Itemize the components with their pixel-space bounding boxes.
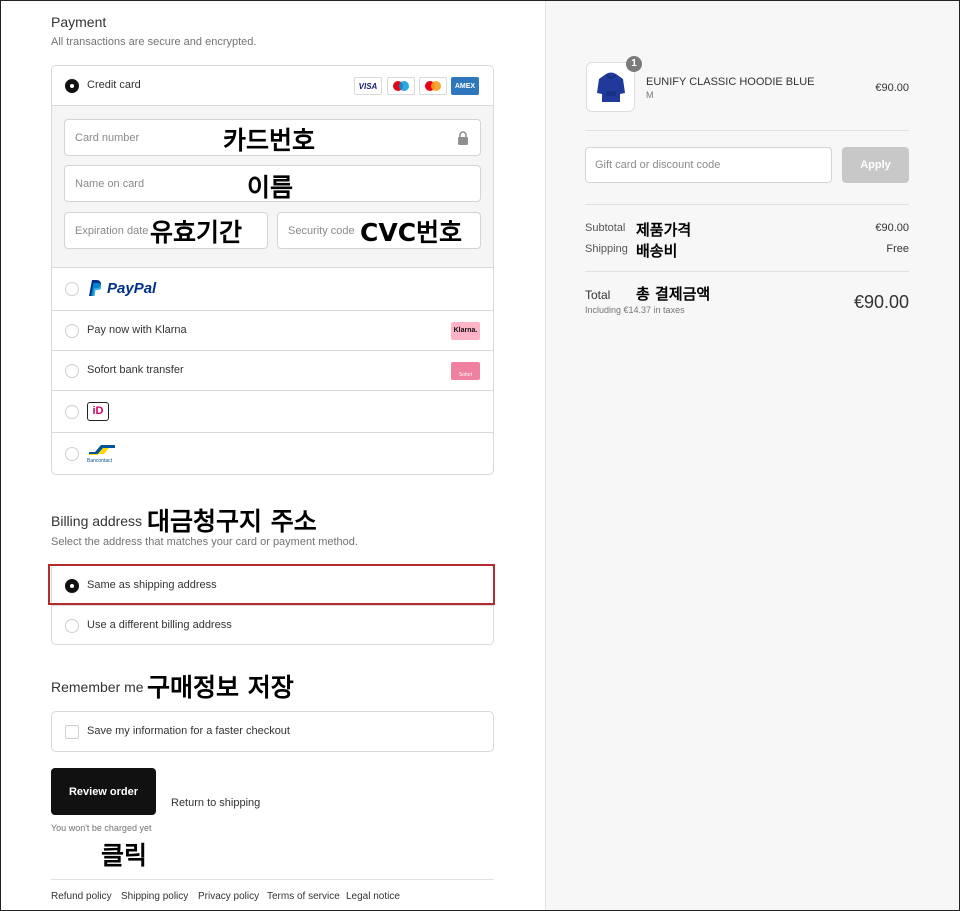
annotation-billing: 대금청구지 주소 xyxy=(147,507,317,536)
bancontact-radio[interactable] xyxy=(65,447,79,461)
product-name: EUNIFY CLASSIC HOODIE BLUE xyxy=(646,76,815,88)
mastercard-icon xyxy=(419,77,447,95)
payment-option-klarna[interactable]: Pay now with Klarna Klarna. xyxy=(52,310,493,350)
remember-panel[interactable]: Save my information for a faster checkou… xyxy=(51,711,494,752)
annotation-shipping: 배송비 xyxy=(636,242,678,260)
sofort-radio[interactable] xyxy=(65,364,79,378)
charge-note: You won't be charged yet xyxy=(51,823,152,833)
payment-subtitle: All transactions are secure and encrypte… xyxy=(51,36,257,48)
ideal-radio[interactable] xyxy=(65,405,79,419)
bancontact-icon xyxy=(89,445,115,455)
annotation-total: 총 결제금액 xyxy=(636,285,711,303)
summary-divider-3 xyxy=(585,271,909,272)
visa-icon: VISA xyxy=(354,77,382,95)
billing-subtitle: Select the address that matches your car… xyxy=(51,536,358,548)
shipping-value: Free xyxy=(886,243,909,255)
different-address-radio[interactable] xyxy=(65,619,79,633)
credit-card-label: Credit card xyxy=(87,79,141,91)
credit-card-radio[interactable] xyxy=(65,79,79,93)
bancontact-logo-text: Bancontact xyxy=(87,458,113,464)
annotation-cvc: CVC번호 xyxy=(360,218,463,247)
product-price: €90.00 xyxy=(875,82,909,94)
different-address-label: Use a different billing address xyxy=(87,619,232,631)
quantity-badge: 1 xyxy=(626,56,642,72)
total-label: Total xyxy=(585,288,611,302)
tax-note: Including €14.37 in taxes xyxy=(585,305,685,315)
product-variant: M xyxy=(646,90,654,100)
annotation-remember: 구매정보 저장 xyxy=(147,673,294,702)
paypal-radio[interactable] xyxy=(65,282,79,296)
payment-option-bancontact[interactable]: Bancontact xyxy=(52,432,493,474)
klarna-badge: Klarna. xyxy=(451,322,480,340)
maestro-icon xyxy=(387,77,415,95)
terms-of-service-link[interactable]: Terms of service xyxy=(267,891,340,902)
save-info-label: Save my information for a faster checkou… xyxy=(87,725,290,737)
payment-option-sofort[interactable]: Sofort bank transfer Sofort xyxy=(52,350,493,390)
summary-divider-2 xyxy=(585,204,909,205)
footer-divider xyxy=(51,879,494,880)
annotation-card-number: 카드번호 xyxy=(223,126,316,155)
annotation-click: 클릭 xyxy=(101,841,148,870)
order-summary-panel xyxy=(545,1,959,910)
billing-option-different[interactable]: Use a different billing address xyxy=(52,605,493,644)
discount-code-field[interactable] xyxy=(585,147,832,183)
sofort-badge: Sofort xyxy=(451,362,480,380)
subtotal-label: Subtotal xyxy=(585,222,626,234)
amex-icon: AMEX xyxy=(451,77,479,95)
hoodie-icon xyxy=(597,72,625,102)
paypal-icon xyxy=(89,280,101,296)
lock-icon xyxy=(458,131,468,145)
payment-option-paypal[interactable]: PayPal xyxy=(52,267,493,310)
legal-notice-link[interactable]: Legal notice xyxy=(346,891,400,902)
payment-option-ideal[interactable]: iD xyxy=(52,390,493,432)
paypal-logo-text: PayPal xyxy=(107,280,157,297)
klarna-radio[interactable] xyxy=(65,324,79,338)
save-info-checkbox[interactable] xyxy=(65,725,79,739)
annotation-subtotal: 제품가격 xyxy=(636,221,692,239)
review-order-button[interactable]: Review order xyxy=(51,768,156,815)
annotation-name: 이름 xyxy=(247,173,294,202)
sofort-label: Sofort bank transfer xyxy=(87,364,184,376)
payment-heading: Payment xyxy=(51,14,107,30)
highlight-box xyxy=(48,564,495,605)
shipping-label: Shipping xyxy=(585,243,628,255)
subtotal-value: €90.00 xyxy=(875,222,909,234)
discount-code-input[interactable] xyxy=(586,148,831,182)
shipping-policy-link[interactable]: Shipping policy xyxy=(121,891,188,902)
ideal-icon: iD xyxy=(87,402,109,421)
remember-heading: Remember me xyxy=(51,679,144,695)
refund-policy-link[interactable]: Refund policy xyxy=(51,891,112,902)
summary-divider-1 xyxy=(585,130,909,131)
privacy-policy-link[interactable]: Privacy policy xyxy=(198,891,259,902)
return-to-shipping-link[interactable]: Return to shipping xyxy=(171,797,260,809)
billing-heading: Billing address xyxy=(51,513,143,529)
total-value: €90.00 xyxy=(853,292,909,312)
payment-option-credit-card[interactable]: Credit card VISA AMEX xyxy=(52,66,493,105)
annotation-expiration: 유효기간 xyxy=(150,218,243,247)
klarna-label: Pay now with Klarna xyxy=(87,324,187,336)
apply-discount-button[interactable]: Apply xyxy=(842,147,909,183)
